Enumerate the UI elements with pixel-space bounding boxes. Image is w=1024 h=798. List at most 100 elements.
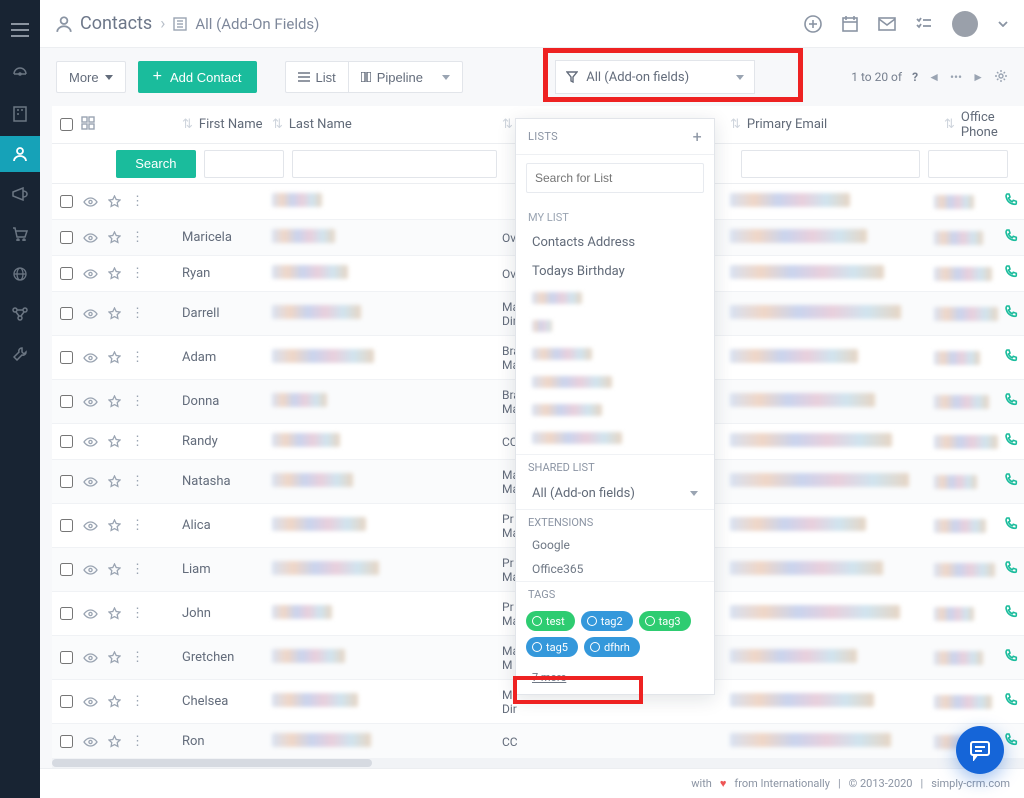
row-checkbox[interactable] [60, 695, 73, 708]
tag-pill[interactable]: tag2 [581, 611, 633, 631]
star-icon[interactable] [108, 651, 121, 664]
phone-icon[interactable] [1004, 433, 1018, 451]
row-checkbox[interactable] [60, 519, 73, 532]
star-icon[interactable] [108, 695, 121, 708]
view-pipeline-button[interactable]: Pipeline [348, 61, 464, 93]
filter-last-name[interactable] [292, 150, 497, 178]
filter-email[interactable] [741, 150, 920, 178]
eye-icon[interactable] [83, 521, 98, 531]
phone-icon[interactable] [1004, 693, 1018, 711]
add-contact-button[interactable]: +Add Contact [138, 61, 257, 93]
list-item[interactable]: Todays Birthday [516, 257, 714, 286]
row-checkbox[interactable] [60, 307, 73, 320]
phone-icon[interactable] [1004, 649, 1018, 667]
tag-pill[interactable]: test [526, 611, 575, 631]
star-icon[interactable] [108, 267, 121, 280]
row-menu-icon[interactable]: ⋮ [131, 194, 143, 209]
phone-icon[interactable] [1004, 517, 1018, 535]
tag-pill[interactable]: tag5 [526, 637, 578, 657]
row-checkbox[interactable] [60, 195, 73, 208]
row-checkbox[interactable] [60, 607, 73, 620]
menu-icon[interactable] [0, 12, 40, 48]
select-all-checkbox[interactable] [60, 118, 73, 131]
row-menu-icon[interactable]: ⋮ [131, 606, 143, 621]
add-icon[interactable] [804, 15, 822, 33]
phone-icon[interactable] [1004, 473, 1018, 491]
eye-icon[interactable] [83, 353, 98, 363]
star-icon[interactable] [108, 231, 121, 244]
eye-icon[interactable] [83, 477, 98, 487]
row-checkbox[interactable] [60, 351, 73, 364]
row-checkbox[interactable] [60, 231, 73, 244]
more-tags-link[interactable]: 7 more [516, 667, 714, 694]
star-icon[interactable] [108, 563, 121, 576]
row-checkbox[interactable] [60, 735, 73, 748]
eye-icon[interactable] [83, 397, 98, 407]
row-menu-icon[interactable]: ⋮ [131, 474, 143, 489]
row-checkbox[interactable] [60, 563, 73, 576]
list-search-input[interactable] [526, 163, 704, 193]
chevron-down-icon[interactable] [998, 21, 1008, 27]
row-checkbox[interactable] [60, 651, 73, 664]
phone-icon[interactable] [1004, 349, 1018, 367]
add-list-button[interactable]: + [693, 127, 702, 146]
grid-icon[interactable] [81, 116, 95, 134]
list-item[interactable]: Contacts Address [516, 228, 714, 257]
row-checkbox[interactable] [60, 435, 73, 448]
search-button[interactable]: Search [116, 150, 197, 178]
phone-icon[interactable] [1004, 229, 1018, 247]
row-checkbox[interactable] [60, 395, 73, 408]
sidebar-campaigns-icon[interactable] [0, 176, 40, 212]
calendar-icon[interactable] [842, 16, 858, 32]
star-icon[interactable] [108, 519, 121, 532]
row-menu-icon[interactable]: ⋮ [131, 394, 143, 409]
phone-icon[interactable] [1004, 393, 1018, 411]
phone-icon[interactable] [1004, 561, 1018, 579]
star-icon[interactable] [108, 351, 121, 364]
horizontal-scrollbar[interactable] [52, 758, 1024, 768]
sidebar-contacts-icon[interactable] [0, 136, 40, 172]
table-row[interactable]: ⋮ Ron CC [52, 724, 1024, 758]
row-menu-icon[interactable]: ⋮ [131, 562, 143, 577]
sidebar-tools-icon[interactable] [0, 336, 40, 372]
view-list-button[interactable]: List [285, 61, 349, 93]
phone-icon[interactable] [1004, 193, 1018, 211]
eye-icon[interactable] [83, 233, 98, 243]
eye-icon[interactable] [83, 565, 98, 575]
page-next-icon[interactable]: ► [972, 70, 984, 84]
star-icon[interactable] [108, 735, 121, 748]
star-icon[interactable] [108, 475, 121, 488]
filter-phone[interactable] [928, 150, 1008, 178]
star-icon[interactable] [108, 195, 121, 208]
eye-icon[interactable] [83, 309, 98, 319]
page-prev-icon[interactable]: ◄ [928, 70, 940, 84]
eye-icon[interactable] [83, 197, 98, 207]
tasks-icon[interactable] [916, 17, 932, 31]
row-menu-icon[interactable]: ⋮ [131, 694, 143, 709]
row-menu-icon[interactable]: ⋮ [131, 306, 143, 321]
gear-icon[interactable] [994, 69, 1008, 86]
row-menu-icon[interactable]: ⋮ [131, 734, 143, 749]
phone-icon[interactable] [1004, 305, 1018, 323]
tag-pill[interactable]: dfhrh [584, 637, 640, 657]
avatar[interactable] [952, 11, 978, 37]
more-button[interactable]: More [56, 61, 126, 93]
eye-icon[interactable] [83, 697, 98, 707]
phone-icon[interactable] [1004, 733, 1018, 751]
sidebar-cart-icon[interactable] [0, 216, 40, 252]
breadcrumb-root[interactable]: Contacts [80, 13, 152, 34]
row-checkbox[interactable] [60, 475, 73, 488]
row-checkbox[interactable] [60, 267, 73, 280]
mail-icon[interactable] [878, 17, 896, 31]
tag-pill[interactable]: tag3 [639, 611, 691, 631]
page-more-icon[interactable]: ••• [950, 70, 962, 84]
row-menu-icon[interactable]: ⋮ [131, 650, 143, 665]
row-menu-icon[interactable]: ⋮ [131, 434, 143, 449]
star-icon[interactable] [108, 435, 121, 448]
row-menu-icon[interactable]: ⋮ [131, 350, 143, 365]
row-menu-icon[interactable]: ⋮ [131, 266, 143, 281]
eye-icon[interactable] [83, 737, 98, 747]
sidebar-dashboard-icon[interactable] [0, 56, 40, 92]
sidebar-org-icon[interactable] [0, 96, 40, 132]
eye-icon[interactable] [83, 609, 98, 619]
